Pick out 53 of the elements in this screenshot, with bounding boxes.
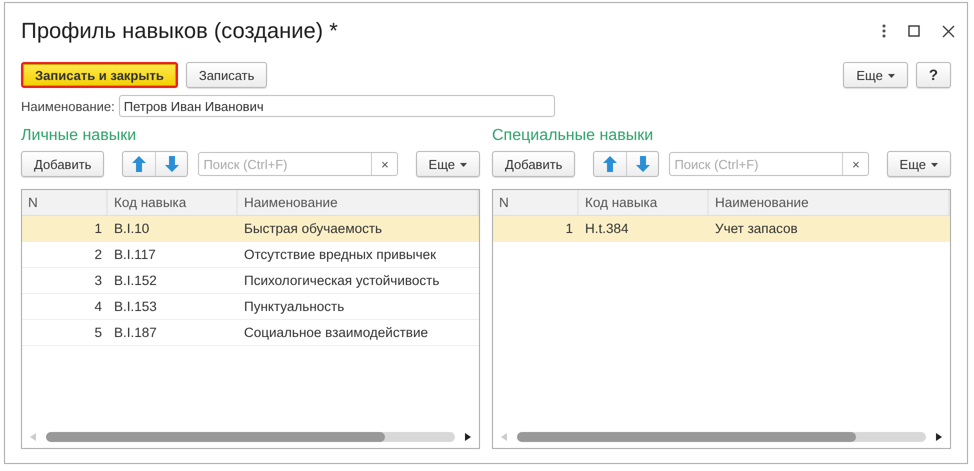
table-cell-text: Социальное взаимодействие	[243, 324, 430, 342]
help-button[interactable]: ?	[916, 62, 951, 88]
scrollbar-thumb[interactable]	[517, 432, 856, 442]
more-button[interactable]: Еще	[416, 151, 480, 177]
name-label: Наименование:	[21, 98, 115, 114]
save-button[interactable]: Записать	[186, 62, 268, 88]
more-button[interactable]: Еще	[886, 151, 951, 177]
table-cell-text: B.I.117	[113, 246, 157, 264]
table-cell-text: B.I.187	[113, 324, 158, 342]
table-cell-text: B.I.10	[113, 220, 150, 238]
window-title: Профиль навыков (создание) *	[21, 18, 339, 44]
table-cell-text: 5	[93, 324, 103, 342]
scrollbar-thumb[interactable]	[46, 432, 386, 442]
table-row[interactable]: 1 B.I.10 Быстрая обучаемость	[22, 216, 479, 242]
section-title: Личные навыки	[21, 126, 138, 146]
caret-icon	[460, 163, 467, 168]
search-field[interactable]: Поиск (Ctrl+F) ×	[669, 152, 870, 176]
up-arrow-icon	[132, 156, 146, 172]
table-cell-text: Учет запасов	[714, 220, 799, 238]
maximize-icon[interactable]	[908, 25, 920, 37]
table-cell-text: 3	[93, 272, 103, 290]
table-row[interactable]: 1 H.t.384 Учет запасов	[493, 216, 950, 242]
name-field[interactable]: Петров Иван Иванович	[118, 95, 555, 117]
table-cell-text: 1	[564, 220, 574, 238]
down-arrow-icon	[636, 156, 650, 172]
table-cell-text: 4	[93, 298, 103, 316]
scrollbar-track[interactable]	[517, 432, 926, 442]
table-cell-text: H.t.384	[584, 220, 630, 238]
section-title: Специальные навыки	[492, 126, 654, 146]
clear-button[interactable]: ×	[842, 153, 868, 175]
close-icon[interactable]	[942, 24, 955, 38]
table-cell-text: Психологическая устойчивость	[243, 272, 440, 290]
table-cell-text: Быстрая обучаемость	[243, 220, 384, 238]
up-arrow-icon	[603, 156, 618, 172]
caret-icon	[931, 163, 938, 168]
table-cell-text: B.I.152	[113, 272, 158, 290]
table-cell-text: B.I.153	[113, 298, 158, 316]
search-field[interactable]: Поиск (Ctrl+F) ×	[198, 152, 398, 176]
down-arrow-icon	[164, 156, 179, 172]
scroll-right-icon[interactable]	[936, 433, 942, 441]
table-cell-text: Пунктуальность	[243, 298, 346, 316]
caret-icon	[888, 74, 895, 78]
scroll-right-icon[interactable]	[465, 433, 471, 441]
more-button[interactable]: Еще	[843, 62, 908, 88]
table-cell-text: 2	[93, 246, 103, 264]
save-and-close-button[interactable]: Записать и закрыть	[21, 62, 178, 88]
add-button[interactable]: Добавить	[21, 151, 104, 177]
clear-button[interactable]: ×	[371, 153, 398, 175]
add-button[interactable]: Добавить	[492, 151, 576, 177]
more-icon[interactable]	[882, 24, 886, 38]
table-cell-text: 1	[93, 220, 103, 238]
table-cell-text: Отсутствие вредных привычек	[243, 246, 438, 264]
scrollbar-track[interactable]	[46, 432, 455, 442]
